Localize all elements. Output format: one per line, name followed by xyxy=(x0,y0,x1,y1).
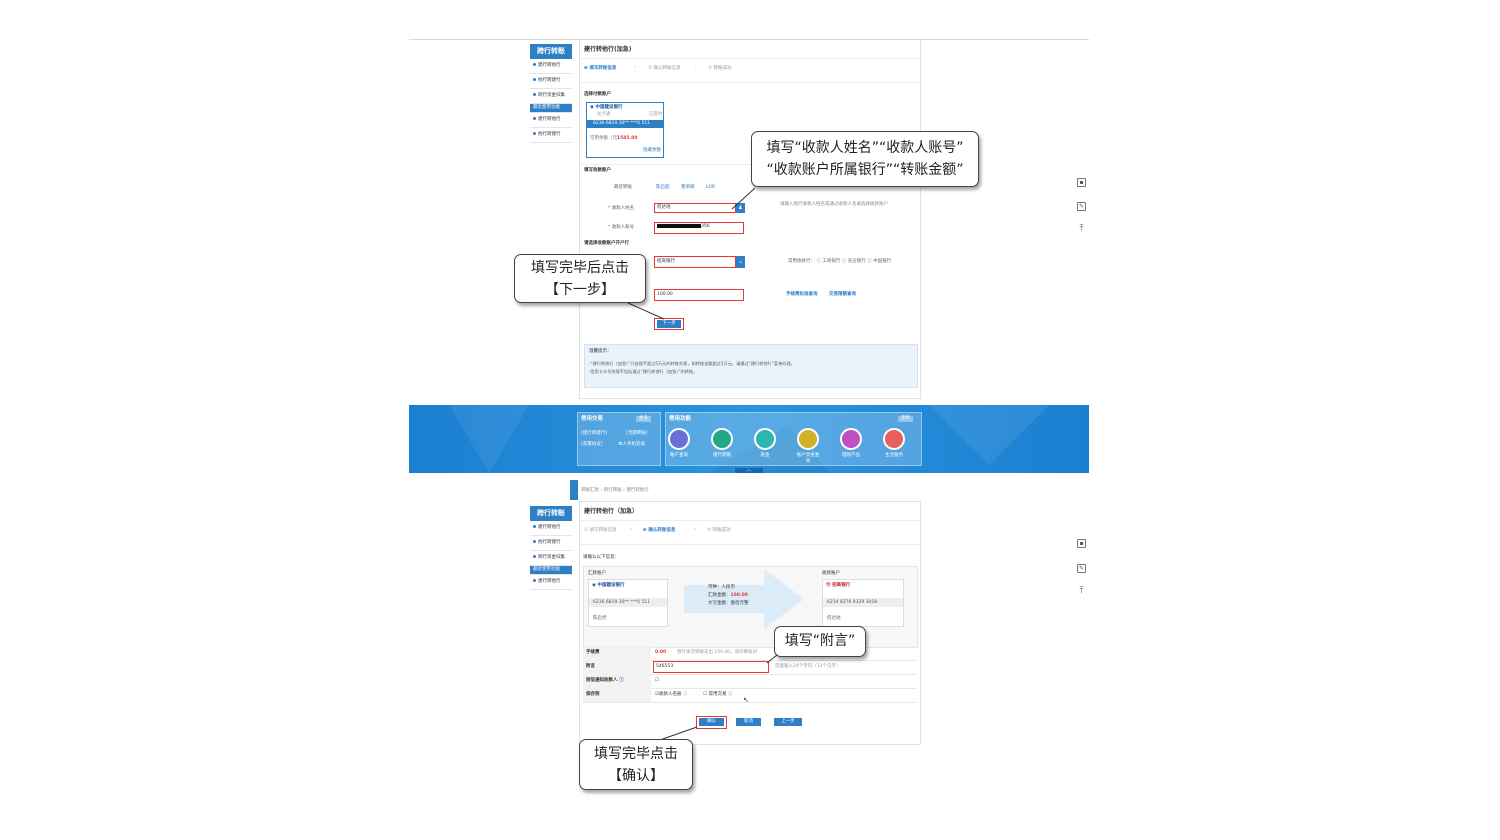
callout-fill-memo: 填写“附言” xyxy=(774,626,866,657)
callout-text: 【下一步】 xyxy=(545,282,615,298)
callout-click-next: 填写完毕后点击 【下一步】 xyxy=(514,254,646,303)
callout-text: 填写“收款人姓名”“收款人账号” xyxy=(766,140,964,156)
callout-text: “收款账户所属银行”“转账金额” xyxy=(766,162,964,178)
callout-text: 填写完毕后点击 xyxy=(531,260,629,276)
callout-fill-payee: 填写“收款人姓名”“收款人账号” “收款账户所属银行”“转账金额” xyxy=(751,131,979,187)
callout-click-confirm: 填写完毕点击 【确认】 xyxy=(579,739,693,790)
callout-text: 填写完毕点击 xyxy=(594,746,678,762)
callout-connectors xyxy=(627,187,778,741)
callout-text: 【确认】 xyxy=(608,768,664,784)
